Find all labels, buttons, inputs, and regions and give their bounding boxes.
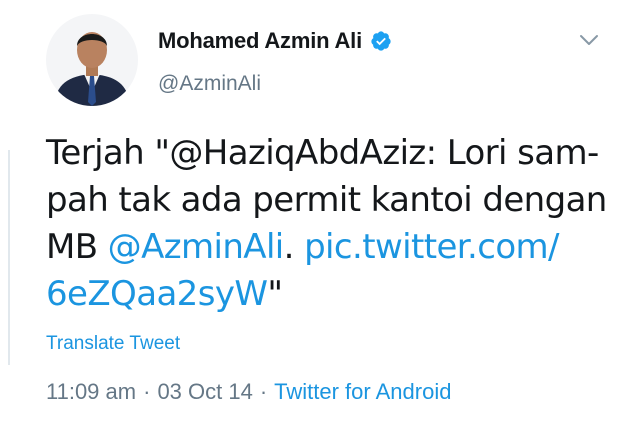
meta-separator: · — [259, 379, 268, 404]
translate-tweet-link[interactable]: Translate Tweet — [46, 333, 180, 355]
mention-link[interactable]: @AzminAli — [108, 227, 285, 267]
tweet-text-segment: . — [283, 227, 305, 267]
tweet-line: Terjah "@HaziqAbdAziz: Lori sam- — [46, 133, 599, 173]
profile-photo — [46, 14, 138, 106]
tweet-card: Mohamed Azmin Ali @AzminAli Terjah "@Haz… — [0, 0, 640, 429]
tweet-meta: 11:09 am · 03 Oct 14 · Twitter for Andro… — [46, 379, 451, 405]
avatar[interactable] — [46, 14, 138, 106]
tweet-line: MB @AzminAli. pic.twitter.com/ — [46, 224, 606, 271]
display-name[interactable]: Mohamed Azmin Ali — [158, 28, 362, 54]
tweet-line: 6eZQaa2syW" — [46, 271, 606, 318]
pic-link-continued[interactable]: 6eZQaa2syW — [46, 274, 268, 314]
tweet-text-segment: " — [267, 274, 283, 314]
user-handle[interactable]: @AzminAli — [158, 72, 261, 96]
user-name-row: Mohamed Azmin Ali — [158, 28, 392, 54]
tweet-text-segment: MB — [46, 227, 108, 267]
left-edge-divider — [0, 150, 10, 365]
tweet-line: pah tak ada permit kantoi dengan — [46, 180, 607, 220]
verified-badge-icon — [370, 30, 392, 52]
tweet-text: Terjah "@HaziqAbdAziz: Lori sam- pah tak… — [46, 130, 607, 318]
pic-link[interactable]: pic.twitter.com/ — [304, 227, 559, 267]
tweet-date: 03 Oct 14 — [157, 379, 253, 404]
chevron-down-icon[interactable] — [576, 30, 602, 50]
meta-separator: · — [143, 379, 151, 404]
tweet-source-link[interactable]: Twitter for Android — [274, 379, 451, 405]
tweet-time: 11:09 am — [46, 379, 137, 404]
